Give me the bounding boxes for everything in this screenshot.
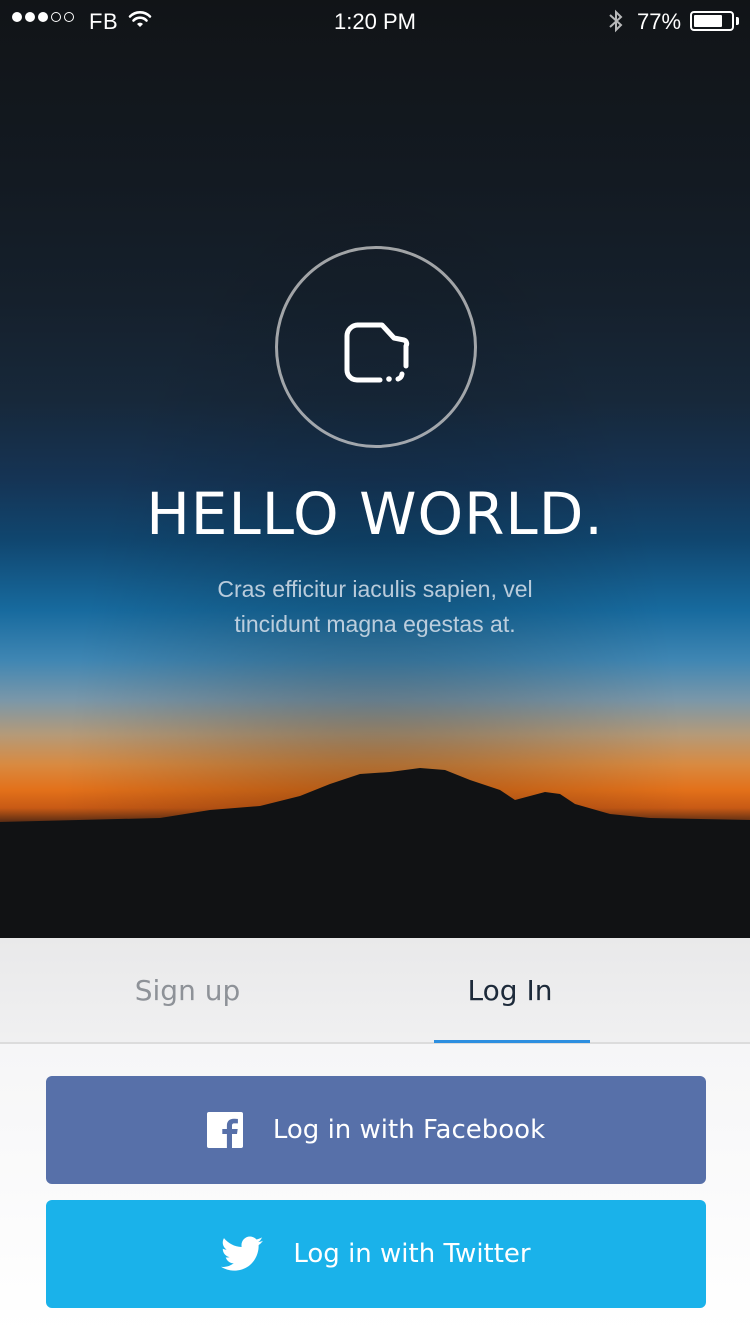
tab-sign-up[interactable]: Sign up [0,938,375,1042]
status-bar: FB 1:20 PM 77% [0,0,750,42]
twitter-icon [221,1236,264,1272]
battery-level [694,15,722,27]
hero-subtitle-line-2: tincidunt magna egestas at. [234,611,516,637]
battery-icon [690,11,734,31]
hero-subtitle-line-1: Cras efficitur iaculis sapien, vel [217,576,533,602]
battery-percent: 77% [637,9,682,34]
twitter-login-button[interactable]: Log in with Twitter [46,1200,706,1308]
hero-section: FB 1:20 PM 77% HELLO WORLD. Cras efficit… [0,0,750,938]
mountain-silhouette [0,768,750,938]
battery-cap [736,17,739,25]
facebook-login-button[interactable]: Log in with Facebook [46,1076,706,1184]
logo-icon [344,322,410,383]
hero-subtitle: Cras efficitur iaculis sapien, vel tinci… [150,572,600,642]
twitter-login-label: Log in with Twitter [293,1239,531,1269]
social-login-area: Log in with Facebook Log in with Twitter [0,1044,750,1334]
active-tab-indicator [434,1040,590,1043]
bluetooth-icon [609,9,623,33]
tab-log-in[interactable]: Log In [320,938,700,1042]
facebook-icon [206,1112,243,1148]
auth-tabs: Sign up Log In [0,938,750,1044]
hero-title: HELLO WORLD. [146,480,604,548]
facebook-login-label: Log in with Facebook [272,1115,546,1145]
